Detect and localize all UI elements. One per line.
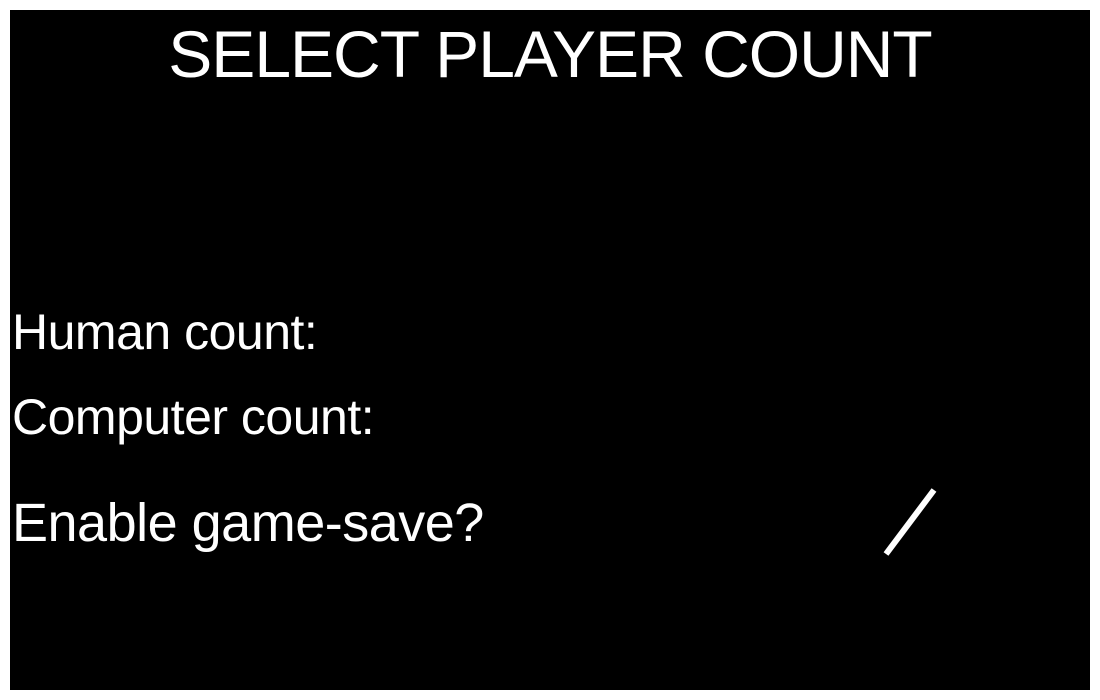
player-count-screen: SELECT PLAYER COUNT Human count: Compute… <box>10 10 1090 690</box>
slash-icon <box>883 488 937 556</box>
human-count-label: Human count: <box>12 304 318 360</box>
game-save-toggle[interactable] <box>874 480 944 560</box>
computer-count-label: Computer count: <box>12 389 375 445</box>
game-save-label: Enable game-save? <box>12 493 484 553</box>
screen-title: SELECT PLAYER COUNT <box>168 17 932 91</box>
